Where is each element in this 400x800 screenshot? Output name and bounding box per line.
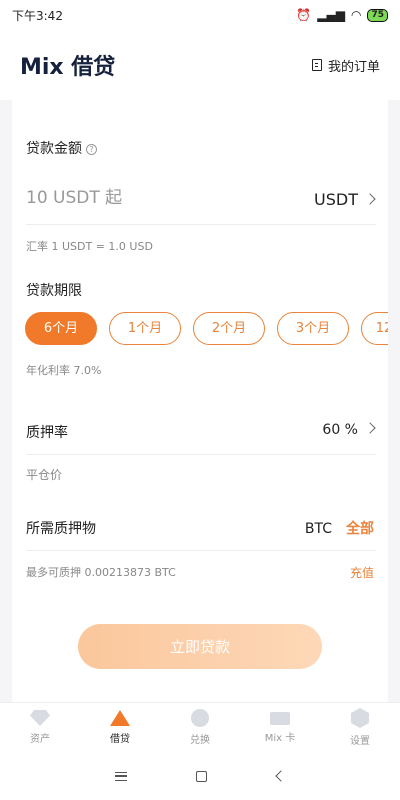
collateral-rate-value: 60 % [322,422,358,438]
submit-loan-button[interactable]: 立即贷款 [78,624,322,669]
term-option-3-months[interactable]: 3个月 [277,312,349,345]
all-button[interactable]: 全部 [346,521,374,537]
tab-loan[interactable]: 借贷 [80,703,160,752]
my-orders-label: 我的订单 [327,59,380,75]
status-bar: 下午3:42 ⏰ ▂▄▆ ◠ 75 [0,0,400,30]
loan-amount-label: 贷款金额? [26,138,97,158]
my-orders-button[interactable]: 我的订单 [311,56,380,75]
divider [26,550,376,551]
app-header: Mix 借贷 我的订单 [0,30,400,100]
menu-icon[interactable] [114,771,127,781]
loan-icon [110,710,130,726]
tab-settings[interactable]: 设置 [320,703,400,752]
divider [26,224,376,225]
loan-amount-label-text: 贷款金额 [26,141,82,157]
currency-selector[interactable]: USDT [314,190,376,209]
tab-label: Mix 卡 [264,732,296,744]
collateral-rate-selector[interactable]: 60 % [322,422,376,438]
divider [26,454,376,455]
collateral-rate-label: 质押率 [26,425,68,441]
chevron-right-icon [364,422,376,434]
back-icon[interactable] [275,770,287,782]
system-nav-bar [0,752,400,800]
alarm-icon: ⏰ [296,8,312,22]
wifi-icon: ◠ [350,8,362,22]
home-icon[interactable] [196,770,208,782]
recharge-button[interactable]: 充值 [350,564,374,581]
exchange-icon [191,709,209,727]
card-icon [270,711,290,725]
diamond-icon [30,710,50,726]
document-icon [311,59,322,71]
loan-form: 贷款金额? USDT 汇率 1 USDT = 1.0 USD 贷款期限 6个月 1… [12,100,388,702]
collateral-asset: BTC [304,521,332,537]
loan-term-options: 6个月 1个月 2个月 3个月 12个月 [25,312,388,348]
exchange-rate-text: 汇率 1 USDT = 1.0 USD [26,240,153,253]
currency-label: USDT [314,190,358,209]
bottom-tab-bar: 资产 借贷 兑换 Mix 卡 设置 [0,702,400,752]
tab-label: 设置 [350,736,370,747]
page-title: Mix 借贷 [20,55,116,80]
battery-icon: 75 [367,8,388,22]
tab-label: 借贷 [110,734,130,745]
status-icons: ⏰ ▂▄▆ ◠ 75 [296,8,388,22]
settings-icon [351,708,369,728]
tab-assets[interactable]: 资产 [0,703,80,752]
collateral-asset-row: BTC 全部 [305,518,374,538]
loan-term-label: 贷款期限 [26,283,82,299]
tab-mix-card[interactable]: Mix 卡 [240,703,320,752]
status-time: 下午3:42 [12,8,63,23]
help-icon[interactable]: ? [86,144,97,155]
signal-icon: ▂▄▆ [317,8,345,22]
term-option-12-months[interactable]: 12个月 [361,312,388,345]
tab-label: 兑换 [190,735,210,746]
tab-label: 资产 [30,734,50,745]
collateral-label: 所需质押物 [26,521,96,537]
max-collateral-text: 最多可质押 0.00213873 BTC [26,566,176,579]
term-option-2-months[interactable]: 2个月 [193,312,265,345]
term-option-6-months[interactable]: 6个月 [25,312,97,345]
term-option-1-month[interactable]: 1个月 [109,312,181,345]
chevron-right-icon [364,193,376,205]
loan-amount-input[interactable] [26,188,276,208]
annual-rate-text: 年化利率 7.0% [26,364,102,377]
tab-exchange[interactable]: 兑换 [160,703,240,752]
liquidation-price-label: 平仓价 [26,468,63,482]
